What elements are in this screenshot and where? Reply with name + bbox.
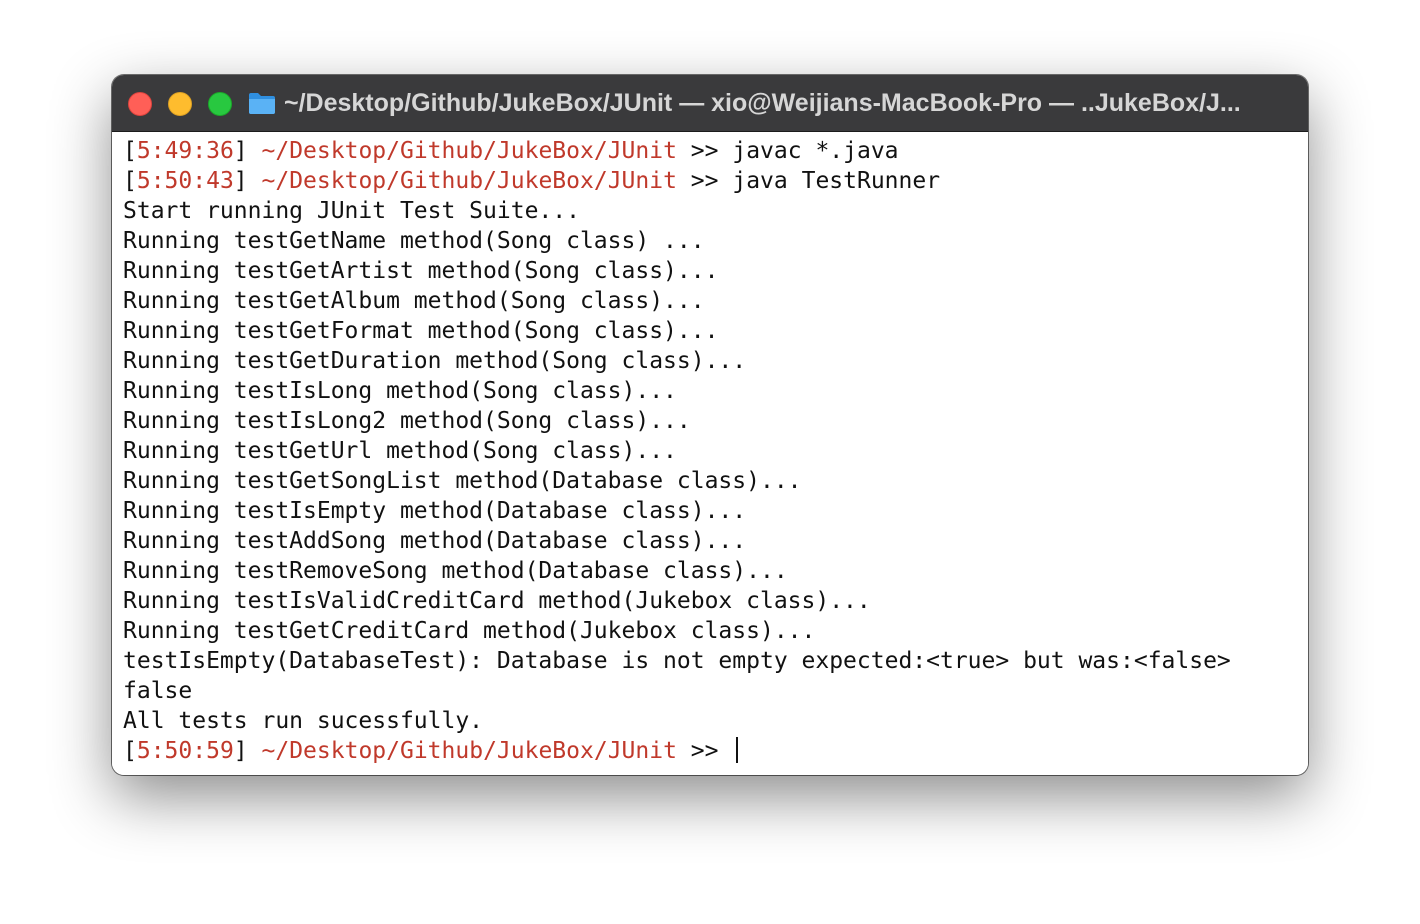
output-line: Running testRemoveSong method(Database c… (123, 558, 788, 584)
prompt-path: ~/Desktop/Github/JukeBox/JUnit (261, 738, 677, 764)
output-line: false (123, 678, 193, 704)
output-line: Running testAddSong method(Database clas… (123, 528, 747, 554)
prompt-path: ~/Desktop/Github/JukeBox/JUnit (261, 138, 677, 164)
terminal-output[interactable]: [5:49:36] ~/Desktop/Github/JukeBox/JUnit… (112, 132, 1308, 775)
output-line: Running testGetSongList method(Database … (123, 468, 802, 494)
output-line: testIsEmpty(DatabaseTest): Database is n… (123, 648, 1231, 674)
output-line: Running testGetDuration method(Song clas… (123, 348, 747, 374)
output-line: Running testIsEmpty method(Database clas… (123, 498, 747, 524)
prompt-time: 5:50:59 (136, 738, 234, 764)
prompt-time: 5:49:36 (136, 138, 234, 164)
output-line: Running testIsLong2 method(Song class)..… (123, 408, 691, 434)
output-line: Running testGetArtist method(Song class)… (123, 258, 719, 284)
maximize-button[interactable] (208, 92, 232, 116)
output-line: Running testIsLong method(Song class)... (123, 378, 677, 404)
output-line: Running testGetName method(Song class) .… (123, 228, 705, 254)
output-line: Running testGetAlbum method(Song class).… (123, 288, 705, 314)
output-line: Running testGetUrl method(Song class)... (123, 438, 677, 464)
output-line: Running testGetFormat method(Song class)… (123, 318, 719, 344)
title-bar[interactable]: ~/Desktop/Github/JukeBox/JUnit — xio@Wei… (112, 75, 1308, 132)
command-text: java TestRunner (732, 168, 941, 194)
output-line: Running testIsValidCreditCard method(Juk… (123, 588, 871, 614)
prompt-time: 5:50:43 (136, 168, 234, 194)
text-cursor (736, 737, 739, 763)
close-button[interactable] (128, 92, 152, 116)
window-title: ~/Desktop/Github/JukeBox/JUnit — xio@Wei… (284, 89, 1241, 117)
output-line: All tests run sucessfully. (123, 708, 484, 734)
command-text: javac *.java (732, 138, 899, 164)
prompt-path: ~/Desktop/Github/JukeBox/JUnit (261, 168, 677, 194)
output-line: Running testGetCreditCard method(Jukebox… (123, 618, 816, 644)
active-prompt-line[interactable]: [5:50:59] ~/Desktop/Github/JukeBox/JUnit… (123, 736, 1308, 766)
terminal-window: ~/Desktop/Github/JukeBox/JUnit — xio@Wei… (112, 75, 1308, 775)
folder-icon (249, 93, 275, 114)
minimize-button[interactable] (168, 92, 192, 116)
prompt-line: [5:50:43] ~/Desktop/Github/JukeBox/JUnit… (123, 168, 941, 194)
output-line: Start running JUnit Test Suite... (123, 198, 580, 224)
prompt-line: [5:49:36] ~/Desktop/Github/JukeBox/JUnit… (123, 138, 899, 164)
